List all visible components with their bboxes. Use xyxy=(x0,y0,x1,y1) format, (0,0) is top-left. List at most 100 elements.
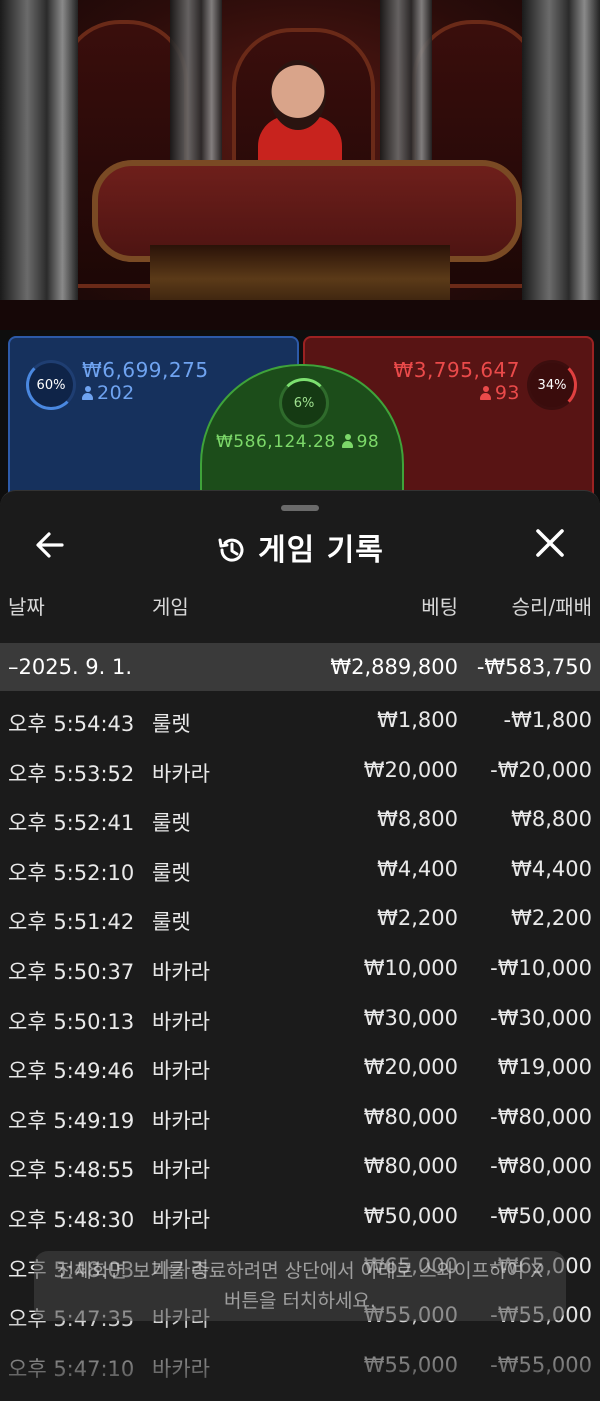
decor-pillar xyxy=(522,0,600,300)
row-result: ₩2,200 xyxy=(511,906,592,931)
floor xyxy=(0,300,600,330)
row-game: 바카라 xyxy=(152,1207,210,1232)
sheet-title-wrap: 게임 기록 xyxy=(0,525,600,569)
game-history-sheet: 게임 기록 날짜 게임 베팅 승리/패배 –2025. 9. 1. ₩2,889… xyxy=(0,490,600,1401)
row-time: 오후 5:48:55 xyxy=(8,1158,135,1183)
row-game: 바카라 xyxy=(152,959,210,984)
row-bet: ₩8,800 xyxy=(377,807,458,832)
row-game: 룰렛 xyxy=(152,910,191,935)
summary-result: -₩583,750 xyxy=(476,655,592,679)
table-header: 날짜 게임 베팅 승리/패배 xyxy=(0,591,600,637)
player-count: 202 xyxy=(82,382,135,404)
row-bet: ₩80,000 xyxy=(363,1104,458,1129)
person-icon xyxy=(82,386,93,400)
dealer-head xyxy=(270,60,326,130)
tie-count: 98 xyxy=(356,432,380,452)
row-bet: ₩4,400 xyxy=(377,856,458,881)
live-video xyxy=(0,0,600,330)
row-time: 오후 5:54:43 xyxy=(8,712,135,736)
player-percent-ring: 60% xyxy=(26,360,76,410)
table-row[interactable]: 오후 5:53:52 바카라 ₩20,000 -₩20,000 xyxy=(0,746,600,796)
row-bet: ₩50,000 xyxy=(363,1203,458,1228)
row-game: 바카라 xyxy=(152,1059,210,1084)
row-time: 오후 5:50:37 xyxy=(8,959,135,984)
row-time: 오후 5:49:19 xyxy=(8,1108,135,1133)
table-row[interactable]: 오후 5:50:13 바카라 ₩30,000 -₩30,000 xyxy=(0,994,600,1044)
col-game: 게임 xyxy=(152,595,189,619)
row-bet: ₩1,800 xyxy=(377,708,458,732)
row-game: 바카라 xyxy=(152,1356,210,1381)
row-game: 룰렛 xyxy=(152,811,191,836)
sheet-header: 게임 기록 xyxy=(0,511,600,571)
tie-percent-ring: 6% xyxy=(279,378,329,428)
row-result: -₩55,000 xyxy=(490,1352,592,1377)
date-summary-row[interactable]: –2025. 9. 1. ₩2,889,800 -₩583,750 xyxy=(0,643,600,691)
row-game: 룰렛 xyxy=(152,712,191,736)
row-game: 룰렛 xyxy=(152,860,191,885)
tie-percent: 6% xyxy=(293,395,315,411)
table-row[interactable]: 오후 5:52:10 룰렛 ₩4,400 ₩4,400 xyxy=(0,845,600,895)
tie-amount: ₩586,124.28 xyxy=(216,432,336,452)
summary-bet: ₩2,889,800 xyxy=(330,655,458,679)
row-result: -₩50,000 xyxy=(490,1203,592,1228)
row-result: -₩10,000 xyxy=(490,955,592,980)
history-icon xyxy=(218,538,244,562)
table-row[interactable]: 오후 5:48:30 바카라 ₩50,000 -₩50,000 xyxy=(0,1192,600,1242)
row-time: 오후 5:51:42 xyxy=(8,910,135,935)
person-icon xyxy=(341,434,353,448)
banker-amount: ₩3,795,647 xyxy=(393,358,520,382)
row-bet: ₩20,000 xyxy=(363,1055,458,1080)
table-row[interactable]: 오후 5:48:55 바카라 ₩80,000 -₩80,000 xyxy=(0,1142,600,1192)
tie-amount-row: ₩586,124.28 98 xyxy=(216,432,379,452)
player-count-value: 202 xyxy=(97,382,135,404)
table-row[interactable]: 오후 5:49:19 바카라 ₩80,000 -₩80,000 xyxy=(0,1093,600,1143)
row-bet: ₩55,000 xyxy=(363,1352,458,1377)
row-game: 바카라 xyxy=(152,1158,210,1183)
close-button[interactable] xyxy=(530,523,570,563)
decor-pillar xyxy=(0,0,78,300)
toast-line-2: 버튼을 터치하세요. xyxy=(224,1290,376,1312)
row-time: 오후 5:53:52 xyxy=(8,761,135,786)
row-result: -₩1,800 xyxy=(503,708,592,732)
row-result: -₩80,000 xyxy=(490,1154,592,1179)
row-bet: ₩2,200 xyxy=(377,906,458,931)
bet-panels: 60% ₩6,699,275 202 ₩3,795,647 93 34% 6% … xyxy=(0,330,600,508)
row-result: -₩20,000 xyxy=(490,757,592,782)
col-result: 승리/패배 xyxy=(511,595,592,619)
row-time: 오후 5:52:41 xyxy=(8,811,135,836)
row-time: 오후 5:52:10 xyxy=(8,860,135,885)
col-bet: 베팅 xyxy=(421,595,458,619)
row-bet: ₩20,000 xyxy=(363,757,458,782)
table-row[interactable]: 오후 5:50:37 바카라 ₩10,000 -₩10,000 xyxy=(0,944,600,994)
summary-date: –2025. 9. 1. xyxy=(8,655,133,679)
table-row[interactable]: 오후 5:47:10 바카라 ₩55,000 -₩55,000 xyxy=(0,1341,600,1391)
toast-line-1: 전체화면 보기를 종료하려면 상단에서 아래로 스와이프하여 X xyxy=(56,1260,544,1282)
banker-percent-ring: 34% xyxy=(527,360,577,410)
row-game: 바카라 xyxy=(152,1108,210,1133)
row-game: 바카라 xyxy=(152,761,210,786)
table-row[interactable]: 오후 5:51:42 룰렛 ₩2,200 ₩2,200 xyxy=(0,894,600,944)
player-amount: ₩6,699,275 xyxy=(82,358,209,382)
row-time: 오후 5:47:10 xyxy=(8,1356,135,1381)
row-bet: ₩10,000 xyxy=(363,955,458,980)
person-icon xyxy=(479,386,491,400)
row-result: -₩80,000 xyxy=(490,1104,592,1129)
banker-percent: 34% xyxy=(537,377,567,393)
row-game: 바카라 xyxy=(152,1009,210,1034)
sheet-title: 게임 기록 xyxy=(258,533,384,568)
table-row[interactable]: 오후 5:54:43 룰렛 ₩1,800 -₩1,800 xyxy=(0,696,600,746)
player-percent: 60% xyxy=(36,377,66,393)
close-icon xyxy=(536,529,564,557)
table-row[interactable]: 오후 5:52:41 룰렛 ₩8,800 ₩8,800 xyxy=(0,795,600,845)
banker-count: 93 xyxy=(479,382,520,404)
row-time: 오후 5:50:13 xyxy=(8,1009,135,1034)
row-time: 오후 5:48:30 xyxy=(8,1207,135,1232)
row-result: ₩8,800 xyxy=(511,807,592,832)
row-bet: ₩80,000 xyxy=(363,1154,458,1179)
table-row[interactable]: 오후 5:49:46 바카라 ₩20,000 ₩19,000 xyxy=(0,1043,600,1093)
fullscreen-toast: 전체화면 보기를 종료하려면 상단에서 아래로 스와이프하여 X 버튼을 터치하… xyxy=(34,1251,566,1321)
banker-count-value: 93 xyxy=(494,382,520,404)
row-time: 오후 5:49:46 xyxy=(8,1059,135,1084)
row-bet: ₩30,000 xyxy=(363,1005,458,1030)
col-date: 날짜 xyxy=(8,595,45,619)
